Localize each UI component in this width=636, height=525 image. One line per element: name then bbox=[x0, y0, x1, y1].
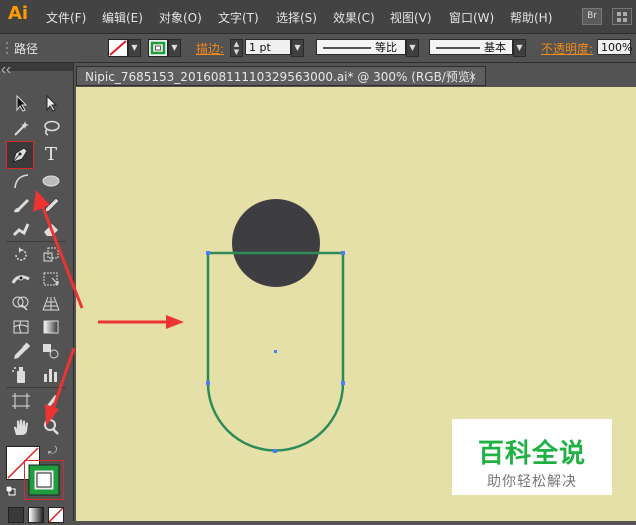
anchor-point[interactable] bbox=[206, 251, 210, 255]
anchor-point[interactable] bbox=[341, 251, 345, 255]
annotation-arrow bbox=[98, 315, 184, 329]
anchor-point[interactable] bbox=[341, 381, 345, 385]
watermark-subtitle: 助你轻松解决 bbox=[487, 474, 577, 490]
anchor-point[interactable] bbox=[273, 449, 277, 453]
annotation-arrow bbox=[33, 190, 84, 309]
watermark-title: 百科全说 bbox=[477, 439, 586, 469]
anchor-point[interactable] bbox=[206, 381, 210, 385]
annotation-arrow bbox=[45, 347, 76, 426]
watermark-logo: 百科全说 助你轻松解决 bbox=[452, 419, 612, 495]
dark-circle-shape[interactable] bbox=[232, 199, 320, 287]
center-point bbox=[274, 350, 277, 353]
